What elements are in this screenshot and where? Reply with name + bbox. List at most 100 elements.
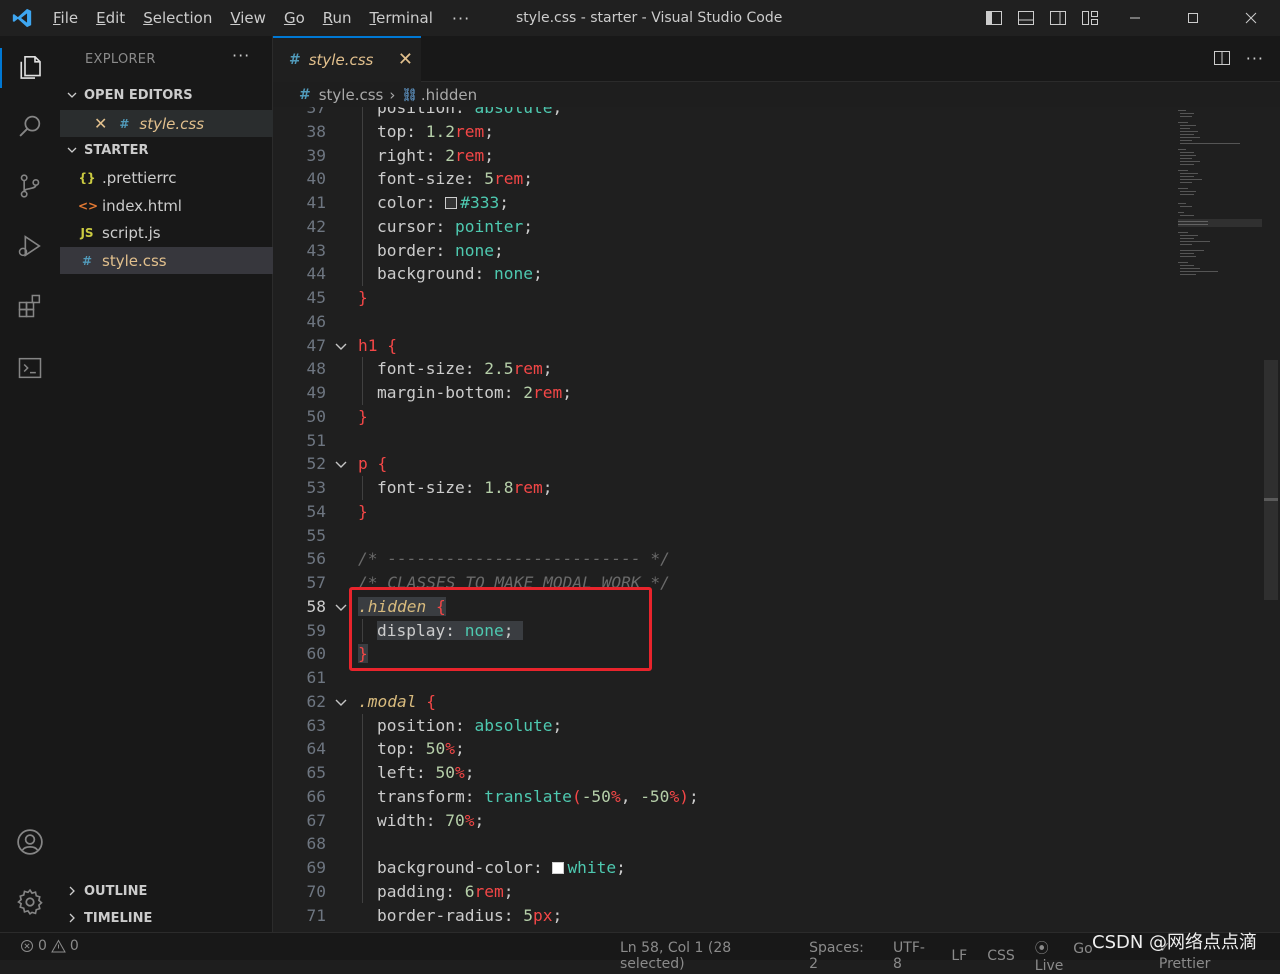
code-line[interactable]: 62 .modal { — [273, 690, 1263, 714]
code-line[interactable]: 39 right: 2rem; — [273, 144, 1263, 168]
line-number: 56 — [306, 549, 327, 569]
code-line[interactable]: 47 h1 { — [273, 334, 1263, 358]
line-number: 40 — [306, 169, 327, 189]
file-item[interactable]: # style.css — [60, 247, 273, 274]
code-line[interactable]: 50} — [273, 405, 1263, 429]
code-line[interactable]: 67 width: 70%; — [273, 809, 1263, 833]
code-line[interactable]: 40 font-size: 5rem; — [273, 167, 1263, 191]
line-number: 55 — [306, 525, 327, 545]
file-item[interactable]: JS script.js — [60, 219, 273, 246]
close-editor-icon[interactable]: ✕ — [94, 114, 107, 133]
outline-label: OUTLINE — [84, 883, 148, 899]
settings-gear-icon[interactable] — [10, 882, 50, 922]
code-line[interactable]: 42 cursor: pointer; — [273, 215, 1263, 239]
code-line[interactable]: 49 margin-bottom: 2rem; — [273, 381, 1263, 405]
line-number: 60 — [306, 644, 327, 664]
line-number: 45 — [306, 288, 327, 307]
explorer-more-icon[interactable]: ··· — [232, 46, 250, 65]
language-mode[interactable]: CSS — [987, 948, 1015, 964]
explorer-title: EXPLORER — [85, 52, 156, 67]
breadcrumb-file[interactable]: style.css — [319, 86, 384, 104]
code-line[interactable]: 63 position: absolute; — [273, 714, 1263, 738]
code-line[interactable]: 68 — [273, 832, 1263, 856]
chevron-right-icon — [60, 912, 84, 924]
toggle-panel-icon[interactable] — [1016, 8, 1036, 28]
code-line[interactable]: 56 /* -------------------------- */ — [273, 547, 1263, 571]
code-line[interactable]: 46 — [273, 310, 1263, 334]
outline-section[interactable]: OUTLINE — [60, 879, 273, 903]
code-text: } — [358, 406, 368, 426]
code-line[interactable]: 53 font-size: 1.8rem; — [273, 476, 1263, 500]
account-icon[interactable] — [10, 822, 50, 862]
end-of-line[interactable]: LF — [951, 948, 967, 964]
run-debug-icon[interactable] — [10, 226, 50, 266]
split-editor-icon[interactable] — [1212, 48, 1232, 68]
menu-item[interactable]: Edit — [87, 0, 134, 36]
encoding[interactable]: UTF-8 — [893, 940, 931, 972]
file-item[interactable]: <> index.html — [60, 192, 273, 219]
line-number: 68 — [306, 834, 327, 854]
code-line[interactable]: 44 background: none; — [273, 262, 1263, 286]
code-line[interactable]: 66 transform: translate(-50%, -50%); — [273, 785, 1263, 809]
close-tab-icon[interactable]: ✕ — [398, 49, 413, 70]
menu-more-icon[interactable]: ··· — [442, 9, 480, 28]
code-line[interactable]: 38 top: 1.2rem; — [273, 120, 1263, 144]
menu-item[interactable]: View — [221, 0, 275, 36]
vscode-logo-icon — [0, 0, 44, 36]
code-line[interactable]: 48 font-size: 2.5rem; — [273, 357, 1263, 381]
starter-folder-section[interactable]: STARTER — [60, 138, 273, 162]
toggle-secondary-sidebar-icon[interactable] — [1048, 8, 1068, 28]
file-item[interactable]: {} .prettierrc — [60, 164, 273, 191]
editor-scrollbar-thumb[interactable] — [1264, 360, 1278, 600]
line-number: 70 — [306, 881, 327, 901]
customize-layout-icon[interactable] — [1080, 8, 1100, 28]
close-window-button[interactable] — [1222, 0, 1280, 36]
open-editor-item-style-css[interactable]: ✕ # style.css — [60, 110, 273, 137]
code-line[interactable]: 71 border-radius: 5px; — [273, 904, 1263, 928]
code-line[interactable]: 70 padding: 6rem; — [273, 880, 1263, 904]
problems-indicator[interactable]: 0 0 — [20, 938, 79, 954]
code-line[interactable]: 52 p { — [273, 452, 1263, 476]
open-editors-section[interactable]: OPEN EDITORS — [60, 83, 273, 107]
cursor-position[interactable]: Ln 58, Col 1 (28 selected) — [620, 940, 789, 972]
menu-item[interactable]: File — [44, 0, 87, 36]
tab-style-css[interactable]: # style.css ✕ — [273, 36, 421, 82]
indentation[interactable]: Spaces: 2 — [809, 940, 873, 972]
menu-item[interactable]: Go — [275, 0, 314, 36]
code-line[interactable]: 69 background-color: white; — [273, 856, 1263, 880]
code-line[interactable]: 45} — [273, 286, 1263, 310]
breadcrumb-symbol[interactable]: .hidden — [421, 86, 477, 104]
extensions-icon[interactable] — [10, 286, 50, 326]
explorer-icon[interactable] — [10, 48, 50, 88]
minimize-button[interactable] — [1106, 0, 1164, 36]
line-number: 39 — [306, 145, 327, 165]
code-line[interactable]: 41 color: #333; — [273, 191, 1263, 215]
menu-item[interactable]: Run — [314, 0, 361, 36]
timeline-label: TIMELINE — [84, 910, 153, 926]
search-icon[interactable] — [10, 106, 50, 146]
code-line[interactable]: 65 left: 50%; — [273, 761, 1263, 785]
line-number: 48 — [306, 359, 327, 379]
code-line[interactable]: 55 — [273, 524, 1263, 548]
minimap[interactable] — [1178, 108, 1262, 288]
code-editor[interactable]: 37 position: absolute; 38 top: 1.2rem; 39 rig… — [273, 107, 1280, 932]
code-line[interactable]: 43 border: none; — [273, 239, 1263, 263]
timeline-section[interactable]: TIMELINE — [60, 906, 273, 930]
editor-more-icon[interactable]: ··· — [1246, 49, 1264, 68]
line-number: 65 — [306, 763, 327, 782]
menu-bar: File Edit Selection View Go Run Terminal — [44, 0, 442, 36]
terminal-icon[interactable] — [10, 348, 50, 388]
maximize-button[interactable] — [1164, 0, 1222, 36]
menu-item[interactable]: Selection — [134, 0, 221, 36]
chevron-down-icon — [60, 144, 84, 156]
code-text: top: 50%; — [377, 739, 465, 759]
code-line[interactable]: 51 — [273, 429, 1263, 453]
code-line[interactable]: 54} — [273, 500, 1263, 524]
menu-item[interactable]: Terminal — [361, 0, 442, 36]
code-line[interactable]: 37 position: absolute; — [273, 107, 1263, 120]
code-text: width: 70%; — [377, 810, 485, 830]
line-number: 61 — [306, 668, 327, 687]
source-control-icon[interactable] — [10, 166, 50, 206]
toggle-primary-sidebar-icon[interactable] — [984, 8, 1004, 28]
code-line[interactable]: 64 top: 50%; — [273, 737, 1263, 761]
